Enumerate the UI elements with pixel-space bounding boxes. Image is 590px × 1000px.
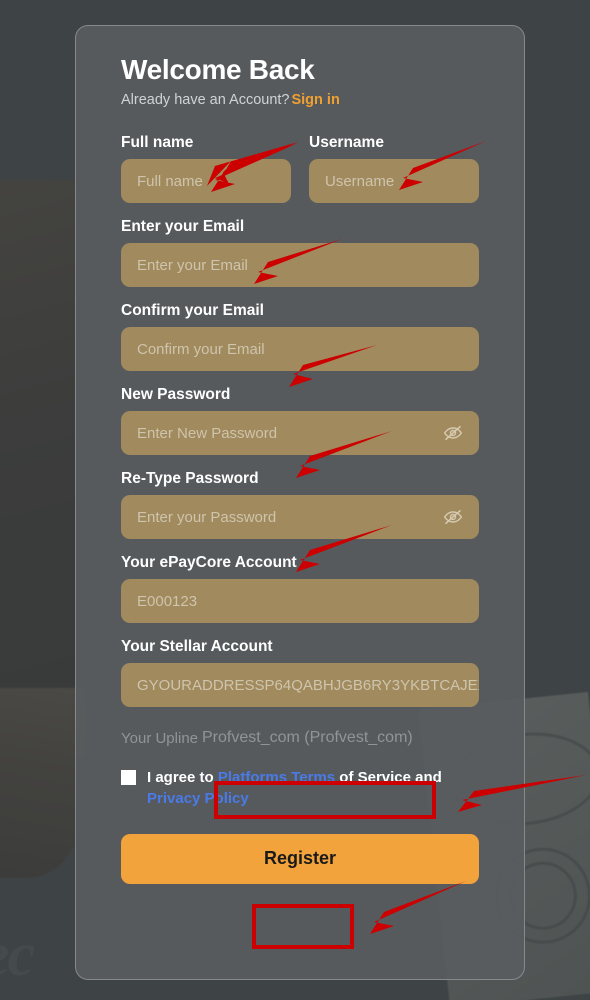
privacy-policy-link[interactable]: Privacy Policy xyxy=(147,790,249,807)
registration-page: ec Welcome Back Already have an Account?… xyxy=(0,0,590,1000)
annotation-arrow-upline xyxy=(458,775,586,812)
signin-prompt: Already have an Account? Sign in xyxy=(121,92,479,108)
signin-prompt-text: Already have an Account? xyxy=(121,92,290,108)
stellar-group: Your Stellar Account GYOURADDRESSP64QABH… xyxy=(121,638,479,707)
register-button[interactable]: Register xyxy=(121,833,479,884)
stellar-input[interactable]: GYOURADDRESSP64QABHJGB6RY3YKBTCAJEXI xyxy=(121,663,479,707)
annotation-arrow-register xyxy=(370,881,466,934)
email-label: Enter your Email xyxy=(121,218,245,235)
epaycore-input[interactable]: E000123 xyxy=(121,579,479,623)
terms-checkbox[interactable] xyxy=(121,770,136,785)
epaycore-placeholder: E000123 xyxy=(137,592,198,610)
signin-link[interactable]: Sign in xyxy=(291,92,339,108)
annotation-arrow-retype-password xyxy=(296,525,392,572)
page-title: Welcome Back xyxy=(121,54,315,85)
eye-off-icon[interactable] xyxy=(443,423,463,443)
stellar-label: Your Stellar Account xyxy=(121,638,273,655)
stellar-placeholder: GYOURADDRESSP64QABHJGB6RY3YKBTCAJEXI xyxy=(137,676,479,694)
upline-label: Your Upline xyxy=(121,729,198,747)
annotation-arrow-confirm-email xyxy=(289,345,377,387)
upline-row: Your Upline Profvest_com (Profvest_com) xyxy=(121,723,479,753)
terms-text: I agree to Platforms Terms of Service an… xyxy=(147,767,442,810)
email-placeholder: Enter your Email xyxy=(137,256,248,274)
confirm-email-label: Confirm your Email xyxy=(121,302,264,319)
annotation-arrow-username xyxy=(399,141,486,190)
annotation-arrow-full-name xyxy=(201,142,298,192)
annotation-arrow-email xyxy=(254,239,342,284)
retype-password-placeholder: Enter your Password xyxy=(137,508,277,526)
new-password-placeholder: Enter New Password xyxy=(137,424,278,442)
eye-off-icon[interactable] xyxy=(443,507,463,527)
platform-terms-link[interactable]: Platforms Terms xyxy=(218,769,335,786)
annotation-arrow-new-password xyxy=(296,431,392,478)
upline-value: Profvest_com (Profvest_com) xyxy=(202,729,413,746)
terms-agreement-row[interactable]: I agree to Platforms Terms of Service an… xyxy=(121,767,479,810)
terms-text-part2: of Service and xyxy=(335,769,442,786)
terms-text-part1: I agree to xyxy=(147,769,218,786)
confirm-email-placeholder: Confirm your Email xyxy=(137,340,265,358)
